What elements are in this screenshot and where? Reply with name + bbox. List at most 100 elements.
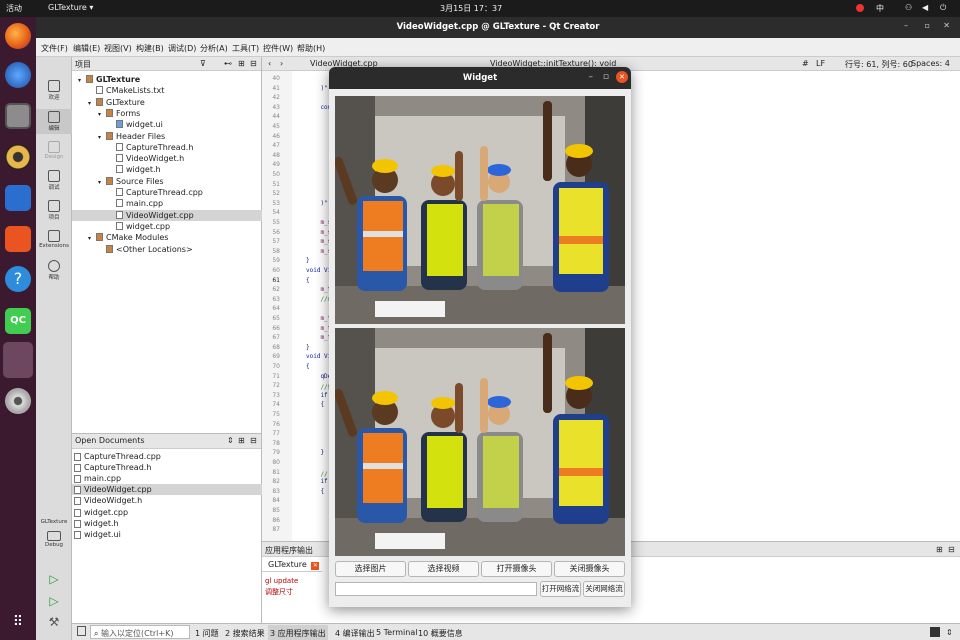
- kit-selector[interactable]: Debug: [36, 531, 72, 548]
- minimize-icon[interactable]: –: [589, 72, 594, 82]
- mode-design[interactable]: Design: [36, 141, 72, 160]
- app-grid-icon[interactable]: ⠿: [5, 609, 31, 635]
- nav-forward-icon[interactable]: ›: [280, 59, 283, 68]
- firefox-icon[interactable]: [5, 23, 31, 49]
- toggle-sidebar-icon[interactable]: [77, 626, 86, 636]
- indentation[interactable]: Spaces: 4: [911, 59, 950, 68]
- line-ending[interactable]: LF: [816, 59, 825, 68]
- maximize-icon[interactable]: ▫: [925, 21, 930, 30]
- menu-tools[interactable]: 工具(T): [232, 43, 259, 54]
- open-doc-item[interactable]: main.cpp: [72, 473, 262, 484]
- tree-item[interactable]: VideoWidget.h: [108, 153, 262, 164]
- tree-item[interactable]: ▾ CMake Modules: [88, 232, 262, 243]
- link-icon[interactable]: ⊷: [224, 59, 232, 68]
- menu-file[interactable]: 文件(F): [41, 43, 68, 54]
- menu-controls[interactable]: 控件(W): [263, 43, 293, 54]
- clock[interactable]: 3月15日 17：37: [440, 3, 502, 14]
- close-icon[interactable]: ✕: [943, 21, 950, 30]
- expand-arrow-icon[interactable]: ▾: [98, 177, 106, 188]
- tree-item[interactable]: CaptureThread.h: [108, 142, 262, 153]
- locator-input[interactable]: ⌕ 输入以定位(Ctrl+K): [90, 625, 190, 639]
- power-icon[interactable]: ⏻: [940, 3, 946, 13]
- status-tab-overview[interactable]: 10 概要信息: [418, 628, 463, 639]
- close-camera-button[interactable]: 关闭摄像头: [554, 561, 625, 577]
- minimize-icon[interactable]: –: [904, 21, 908, 30]
- tree-item[interactable]: <Other Locations>: [98, 244, 262, 255]
- network-icon[interactable]: ⚇: [905, 3, 912, 12]
- activities-button[interactable]: 活动: [6, 3, 22, 14]
- open-camera-button[interactable]: 打开摄像头: [481, 561, 552, 577]
- mode-projects[interactable]: 项目: [36, 200, 72, 221]
- output-toggle-icon[interactable]: [930, 627, 940, 637]
- nav-back-icon[interactable]: ‹: [268, 59, 271, 68]
- open-doc-item[interactable]: widget.cpp: [72, 507, 262, 518]
- select-image-button[interactable]: 选择图片: [335, 561, 406, 577]
- rhythmbox-icon[interactable]: [5, 144, 31, 170]
- software-icon[interactable]: [5, 226, 31, 252]
- menu-analyze[interactable]: 分析(A): [200, 43, 228, 54]
- mode-help[interactable]: 帮助: [36, 260, 72, 281]
- status-tab-issues[interactable]: 1 问题: [195, 628, 219, 639]
- split-icon[interactable]: ⊞: [238, 436, 245, 445]
- mode-edit[interactable]: 编辑: [36, 109, 72, 134]
- select-video-button[interactable]: 选择视频: [408, 561, 479, 577]
- dvd-icon[interactable]: [5, 388, 31, 414]
- volume-icon[interactable]: ◀: [922, 3, 928, 12]
- stream-url-input[interactable]: [335, 582, 537, 596]
- tree-item[interactable]: ▾ Header Files: [98, 131, 262, 142]
- tree-item[interactable]: widget.cpp: [108, 221, 262, 232]
- app-output-tab[interactable]: GLTexture ✕: [262, 557, 322, 572]
- expand-arrow-icon[interactable]: ▾: [88, 233, 96, 244]
- close-stream-button[interactable]: 关闭网络流: [583, 581, 625, 597]
- cursor-position[interactable]: 行号: 61, 列号: 60: [845, 59, 913, 70]
- split-icon[interactable]: ⊞: [936, 545, 943, 554]
- tree-item[interactable]: CaptureThread.cpp: [108, 187, 262, 198]
- qtcreator-icon[interactable]: QC: [5, 308, 31, 334]
- files-icon[interactable]: [5, 103, 31, 129]
- close-panel-icon[interactable]: ⊟: [250, 59, 257, 68]
- writer-icon[interactable]: [5, 185, 31, 211]
- close-icon[interactable]: ✕: [616, 71, 628, 83]
- open-doc-item[interactable]: widget.h: [72, 518, 262, 529]
- status-tab-terminal[interactable]: 5 Terminal: [376, 628, 417, 637]
- expand-arrow-icon[interactable]: ▾: [98, 109, 106, 120]
- kit-project[interactable]: GLTexture: [36, 519, 72, 525]
- status-arrow-icon[interactable]: ⇕: [946, 628, 953, 637]
- mode-extensions[interactable]: Extensions: [36, 230, 72, 249]
- tree-item[interactable]: ▾ Source Files: [98, 176, 262, 187]
- thunderbird-icon[interactable]: [5, 62, 31, 88]
- menu-view[interactable]: 视图(V): [104, 43, 132, 54]
- expand-arrow-icon[interactable]: ▾: [78, 75, 86, 86]
- debug-run-icon[interactable]: ▷: [36, 594, 72, 608]
- expand-arrow-icon[interactable]: ▾: [88, 98, 96, 109]
- mode-debug[interactable]: 调试: [36, 170, 72, 191]
- split-icon[interactable]: ⊞: [238, 59, 245, 68]
- status-tab-search[interactable]: 2 搜索结果: [225, 628, 265, 639]
- filter-icon[interactable]: ⊽: [200, 59, 206, 68]
- tree-item[interactable]: CMakeLists.txt: [88, 85, 262, 96]
- menu-help[interactable]: 帮助(H): [297, 43, 325, 54]
- open-doc-item[interactable]: widget.ui: [72, 529, 262, 540]
- status-tab-compile[interactable]: 4 编译输出: [335, 628, 375, 639]
- tree-item[interactable]: ▾ GLTexture: [88, 97, 262, 108]
- open-doc-item[interactable]: CaptureThread.h: [72, 462, 262, 473]
- open-doc-item[interactable]: VideoWidget.h: [72, 495, 262, 506]
- hash-indicator[interactable]: #: [802, 59, 809, 68]
- active-app-highlight[interactable]: [3, 342, 33, 378]
- status-tab-app-output[interactable]: 3 应用程序输出: [268, 625, 328, 640]
- tree-item[interactable]: main.cpp: [108, 198, 262, 209]
- menu-build[interactable]: 构建(B): [136, 43, 164, 54]
- tree-item[interactable]: widget.ui: [108, 119, 262, 130]
- app-menu[interactable]: GLTexture ▾: [48, 3, 93, 12]
- menu-edit[interactable]: 编辑(E): [73, 43, 100, 54]
- stop-icon[interactable]: ✕: [311, 562, 320, 570]
- tree-item[interactable]: ▾ GLTexture: [78, 74, 262, 85]
- close-panel-icon[interactable]: ⊟: [250, 436, 257, 445]
- tree-item[interactable]: VideoWidget.cpp: [72, 209, 262, 221]
- close-panel-icon[interactable]: ⊟: [948, 545, 955, 554]
- build-hammer-icon[interactable]: ⚒: [36, 615, 72, 629]
- run-icon[interactable]: ▷: [36, 572, 72, 586]
- mode-welcome[interactable]: 欢迎: [36, 80, 72, 101]
- open-doc-item[interactable]: CaptureThread.cpp: [72, 451, 262, 462]
- tree-item[interactable]: widget.h: [108, 164, 262, 175]
